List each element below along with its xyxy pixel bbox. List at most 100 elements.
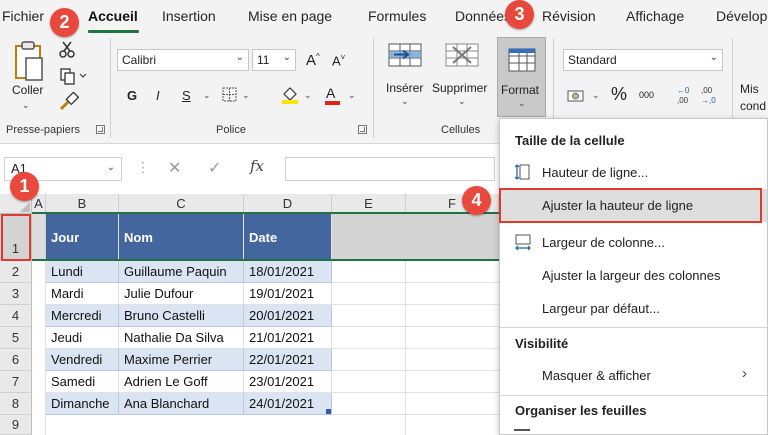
font-color-icon[interactable]: A [323, 84, 343, 106]
font-size-value: 11 [257, 53, 270, 67]
table-header-cell[interactable]: Jour [46, 214, 119, 261]
tab-revision[interactable]: Révision [542, 8, 596, 24]
bold-button[interactable]: G [127, 88, 137, 103]
shrink-font-button[interactable]: A˅ [332, 53, 345, 68]
paste-label[interactable]: Coller [12, 83, 43, 97]
delete-label[interactable]: Supprimer [432, 81, 487, 95]
tab-affichage[interactable]: Affichage [626, 8, 684, 24]
table-cell[interactable]: Mercredi [46, 305, 119, 327]
insert-function-icon[interactable]: fx [250, 157, 264, 175]
svg-text:←0: ←0 [677, 86, 690, 95]
table-cell[interactable]: Vendredi [46, 349, 119, 371]
column-header-b[interactable]: B [46, 194, 119, 214]
menu-item-column-width[interactable]: Largeur de colonne... [542, 235, 665, 250]
insert-label[interactable]: Insérer [386, 81, 423, 95]
table-cell[interactable]: Adrien Le Goff [119, 371, 244, 393]
underline-chevron-icon[interactable]: ⌄ [203, 90, 211, 101]
fill-color-chevron-icon[interactable]: ⌄ [304, 90, 312, 101]
format-button[interactable]: Format ⌄ [497, 37, 546, 117]
menu-item-default-width[interactable]: Largeur par défaut... [542, 301, 660, 316]
column-header-e[interactable]: E [332, 194, 406, 214]
italic-button[interactable]: I [156, 88, 160, 103]
format-painter-icon[interactable] [58, 91, 80, 112]
accounting-format-icon[interactable] [566, 87, 588, 105]
tab-accueil[interactable]: Accueil [88, 8, 138, 24]
row-header-5[interactable]: 5 [0, 327, 32, 349]
confirm-entry-icon[interactable]: ✓ [208, 158, 221, 178]
step-badge-2: 2 [50, 8, 79, 37]
percent-button[interactable]: % [611, 84, 627, 105]
column-f-cells [406, 261, 499, 435]
table-header-cell[interactable]: Nom [119, 214, 244, 261]
table-cell[interactable]: 20/01/2021 [244, 305, 332, 327]
paste-chevron-icon[interactable]: ⌄ [22, 100, 30, 111]
thousands-separator-button[interactable]: 000 [639, 90, 654, 100]
menu-item-autofit-column-width[interactable]: Ajuster la largeur des colonnes [542, 268, 721, 283]
table-cell[interactable]: Jeudi [46, 327, 119, 349]
table-cell[interactable]: 19/01/2021 [244, 283, 332, 305]
borders-icon[interactable] [221, 87, 239, 103]
menu-item-hide-unhide[interactable]: Masquer & afficher [542, 368, 651, 383]
insert-chevron-icon[interactable]: ⌄ [401, 96, 409, 107]
number-format-select[interactable]: Standard ⌄ [563, 49, 723, 71]
underline-button[interactable]: S [182, 88, 191, 103]
tab-formules[interactable]: Formules [368, 8, 426, 24]
table-cell[interactable]: Guillaume Paquin [119, 261, 244, 283]
row-header-3[interactable]: 3 [0, 283, 32, 305]
table-cell[interactable]: Nathalie Da Silva [119, 327, 244, 349]
grow-font-button[interactable]: A^ [306, 52, 320, 69]
clipboard-launcher-icon[interactable] [96, 125, 105, 134]
insert-cells-icon[interactable] [388, 41, 422, 69]
menu-item-row-height[interactable]: Hauteur de ligne... [542, 165, 648, 180]
font-launcher-icon[interactable] [358, 125, 367, 134]
table-cell[interactable]: 24/01/2021 [244, 393, 332, 415]
delete-cells-icon[interactable] [445, 41, 479, 69]
table-cell[interactable]: 22/01/2021 [244, 349, 332, 371]
cell-a1[interactable] [32, 214, 46, 261]
row-header-9[interactable]: 9 [0, 415, 32, 435]
fill-color-icon[interactable] [280, 85, 300, 105]
column-header-c[interactable]: C [119, 194, 244, 214]
table-cell[interactable]: 18/01/2021 [244, 261, 332, 283]
table-header-cell[interactable]: Date [244, 214, 332, 261]
tab-developpeur[interactable]: Développeur [716, 8, 768, 24]
tab-mise-en-page[interactable]: Mise en page [248, 8, 332, 24]
table-cell[interactable]: 23/01/2021 [244, 371, 332, 393]
decrease-decimal-icon[interactable]: ,00 →,0 [700, 84, 720, 106]
row-header-8[interactable]: 8 [0, 393, 32, 415]
cancel-entry-icon[interactable]: ✕ [168, 158, 181, 178]
table-cell[interactable]: Maxime Perrier [119, 349, 244, 371]
cut-icon[interactable] [58, 41, 76, 59]
step-badge-1: 1 [10, 172, 39, 201]
font-color-chevron-icon[interactable]: ⌄ [348, 90, 356, 101]
row-header-4[interactable]: 4 [0, 305, 32, 327]
table-cell[interactable]: Ana Blanchard [119, 393, 244, 415]
table-cell[interactable]: Lundi [46, 261, 119, 283]
row-header-2[interactable]: 2 [0, 261, 32, 283]
tab-donnees[interactable]: Données [455, 8, 511, 24]
column-header-d[interactable]: D [244, 194, 332, 214]
font-name-select[interactable]: Calibri ⌄ [117, 49, 249, 71]
tab-fichier[interactable]: Fichier [2, 8, 44, 24]
table-resize-handle[interactable] [326, 409, 331, 414]
font-size-select[interactable]: 11 ⌄ [252, 49, 296, 71]
table-cell[interactable]: Dimanche [46, 393, 119, 415]
paste-button[interactable] [10, 40, 46, 86]
increase-decimal-icon[interactable]: ←0,00 [676, 84, 696, 106]
tab-insertion[interactable]: Insertion [162, 8, 216, 24]
row-selection-border [32, 212, 499, 214]
menu-divider [500, 327, 767, 328]
delete-chevron-icon[interactable]: ⌄ [458, 96, 466, 107]
table-cell[interactable]: Julie Dufour [119, 283, 244, 305]
formula-input[interactable] [285, 157, 495, 181]
table-cell[interactable]: 21/01/2021 [244, 327, 332, 349]
copy-icon[interactable] [58, 67, 90, 85]
table-cell[interactable]: Bruno Castelli [119, 305, 244, 327]
row-header-6[interactable]: 6 [0, 349, 32, 371]
borders-chevron-icon[interactable]: ⌄ [242, 90, 250, 101]
table-cell[interactable]: Mardi [46, 283, 119, 305]
accounting-chevron-icon[interactable]: ⌄ [592, 90, 600, 101]
conditional-format-label[interactable]: Mis cond [740, 81, 766, 115]
row-header-7[interactable]: 7 [0, 371, 32, 393]
table-cell[interactable]: Samedi [46, 371, 119, 393]
